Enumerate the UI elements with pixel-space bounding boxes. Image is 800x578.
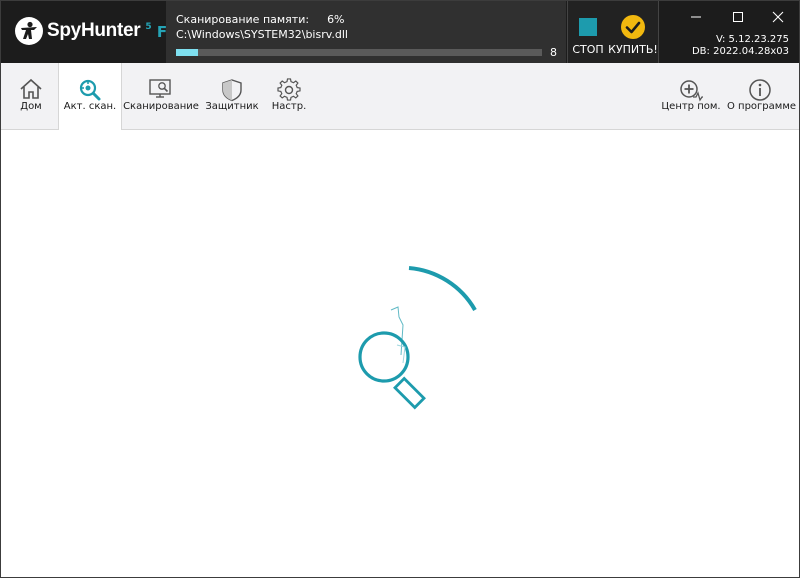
shield-icon [222, 79, 242, 102]
tab-home[interactable]: Дом [7, 63, 55, 129]
scan-detection-count: 8 [550, 46, 557, 59]
tab-settings[interactable]: Настр. [265, 63, 313, 129]
tab-home-label: Дом [20, 101, 42, 112]
tab-help-center[interactable]: Центр пом. [661, 63, 721, 129]
tab-about-label: О программе [727, 101, 797, 112]
scan-progress-fill [176, 49, 198, 56]
maximize-icon[interactable] [723, 7, 753, 27]
tab-about[interactable]: О программе [727, 63, 797, 129]
tab-guard[interactable]: Защитник [203, 63, 261, 129]
tab-guard-label: Защитник [205, 101, 259, 112]
scan-status-panel: Сканирование памяти: 6% C:\Windows\SYSTEM… [166, 1, 566, 63]
checkmark-icon [621, 15, 645, 39]
scan-title: Сканирование памяти: [176, 13, 310, 26]
buy-button[interactable]: КУПИТЬ! [608, 1, 659, 63]
gear-icon [277, 78, 301, 101]
close-icon[interactable] [763, 7, 793, 27]
tab-active-scan[interactable]: Акт. скан. [58, 63, 122, 130]
info-icon [749, 79, 771, 101]
minimize-icon[interactable] [681, 7, 711, 27]
stop-button-label: СТОП [572, 43, 604, 56]
scan-percent: 6% [327, 13, 345, 26]
stop-icon [579, 18, 597, 36]
tab-scanning-label: Сканирование [123, 101, 199, 112]
app-name: SpyHunter [47, 20, 141, 41]
app-version-number: 5 [145, 22, 152, 32]
app-window: SpyHunter 5 Free Сканирование памяти:6% … [0, 0, 800, 578]
stop-button[interactable]: СТОП [567, 1, 609, 63]
scan-current-file: C:\Windows\SYSTEM32\bisrv.dll [176, 28, 348, 41]
tab-help-center-label: Центр пом. [661, 101, 721, 112]
version-info: V: 5.12.23.275 DB: 2022.04.28x03 [692, 34, 789, 58]
help-center-icon [680, 80, 703, 102]
tab-settings-label: Настр. [271, 101, 307, 112]
scan-progress-bar [176, 49, 542, 56]
tab-active-scan-label: Акт. скан. [63, 101, 117, 112]
tab-scanning[interactable]: Сканирование [123, 63, 199, 129]
db-version: DB: 2022.04.28x03 [691, 46, 789, 57]
active-scan-content [1, 130, 799, 577]
active-scan-icon [79, 79, 101, 101]
scan-spinner-icon [358, 266, 477, 410]
scan-monitor-icon [149, 79, 171, 98]
header-bar: SpyHunter 5 Free Сканирование памяти:6% … [1, 1, 799, 63]
buy-button-label: КУПИТЬ! [608, 43, 658, 56]
app-version: V: 5.12.23.275 [715, 34, 789, 45]
main-toolbar: Дом Акт. скан. Сканирование Защитник Нас… [1, 63, 799, 130]
home-icon [20, 78, 42, 99]
spyhunter-logo-icon [15, 17, 43, 45]
